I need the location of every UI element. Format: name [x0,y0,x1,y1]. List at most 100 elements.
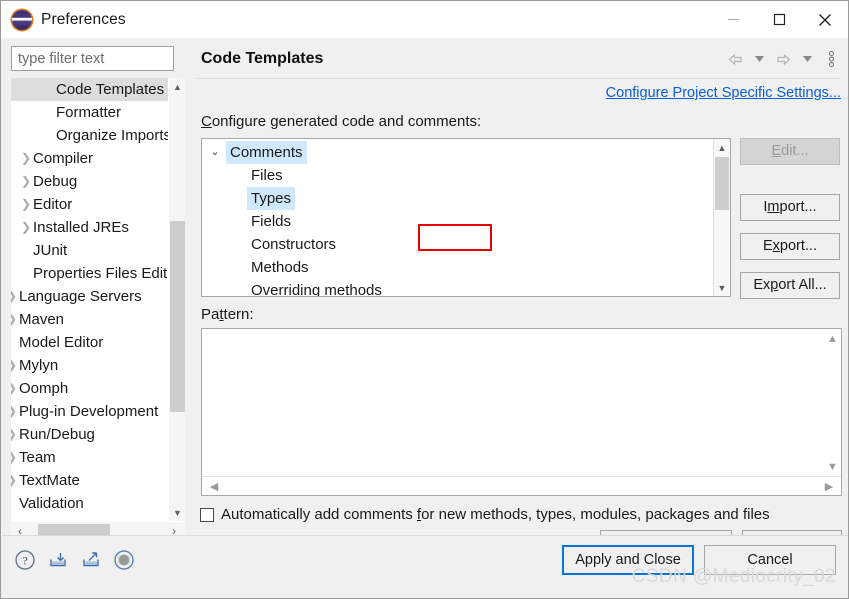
help-icon[interactable]: ? [14,549,36,576]
sidebar-item-label: Mylyn [19,354,58,377]
chevron-right-icon[interactable]: ❯ [11,446,23,469]
sidebar-item[interactable]: Model Editor [11,331,168,354]
configure-project-specific-settings-link[interactable]: Configure Project Specific Settings... [606,85,841,101]
auto-comment-pre: Automatically add comments [221,506,417,523]
chevron-down-icon[interactable]: ⌄ [208,141,222,164]
pattern-horizontal-scrollbar[interactable]: ◀ ▶ [202,476,841,495]
template-row[interactable]: Overriding methods [202,279,713,297]
template-row-label: Constructors [247,233,340,256]
sidebar-vertical-scrollbar[interactable]: ▲ ▼ [168,78,185,521]
template-row[interactable]: Methods [202,256,713,279]
apply-and-close-button[interactable]: Apply and Close [562,545,694,575]
sidebar-item[interactable]: Organize Imports [11,124,168,147]
sidebar-item[interactable]: Properties Files Editor [11,262,168,285]
chevron-right-icon[interactable]: ❯ [11,469,23,492]
sidebar-item[interactable]: ❯Compiler [11,147,168,170]
sidebar-item-label: Properties Files Editor [33,262,168,285]
sidebar-scroll-thumb[interactable] [170,221,185,412]
cancel-button[interactable]: Cancel [704,545,836,575]
eclipse-icon [12,10,32,30]
maximize-icon[interactable] [756,1,802,38]
auto-comment-post: or new methods, types, modules, packages… [421,506,770,523]
sidebar-item-label: Editor [33,193,72,216]
pattern-label: Pattern: [201,306,254,323]
sidebar-item[interactable]: ❯Language Servers [11,285,168,308]
sidebar-item-label: Compiler [33,147,93,170]
sidebar-item[interactable]: ❯Mylyn [11,354,168,377]
auto-comment-checkbox[interactable] [200,508,214,522]
pattern-scroll-down-icon[interactable]: ▼ [824,457,841,477]
chevron-right-icon[interactable]: ❯ [15,216,37,239]
pattern-textarea[interactable]: ▲ ▼ ◀ ▶ [201,328,842,496]
import-button[interactable]: Import... [740,194,840,221]
preferences-tree-viewport: Code TemplatesFormatterOrganize Imports❯… [11,78,168,521]
forward-dropdown-icon[interactable] [796,48,818,70]
pattern-vertical-scrollbar[interactable]: ▲ ▼ [824,329,841,477]
scroll-up-icon[interactable]: ▲ [169,78,185,95]
sidebar-item[interactable]: ❯Maven [11,308,168,331]
preferences-dialog: Preferences type filter text Code Templa… [0,0,849,599]
preferences-tree[interactable]: Code TemplatesFormatterOrganize Imports❯… [11,78,185,540]
list-scroll-thumb[interactable] [715,157,729,210]
template-action-buttons: Edit... Import... Export... Export All..… [740,138,842,311]
auto-comment-checkbox-row[interactable]: Automatically add comments for new metho… [200,506,770,523]
sidebar-item-label: Maven [19,308,64,331]
back-arrow-icon[interactable] [724,48,746,70]
sidebar-item[interactable]: Validation [11,492,168,515]
back-dropdown-icon[interactable] [748,48,770,70]
chevron-right-icon[interactable]: ❯ [11,377,23,400]
pattern-scroll-up-icon[interactable]: ▲ [824,329,841,349]
list-vertical-scrollbar[interactable]: ▲ ▼ [713,139,730,296]
svg-text:?: ? [22,554,27,568]
preferences-sidebar: type filter text Code TemplatesFormatter… [2,38,186,538]
sidebar-item[interactable]: Formatter [11,101,168,124]
pattern-scroll-left-icon[interactable]: ◀ [204,477,224,495]
export-button[interactable]: Export... [740,233,840,260]
dialog-footer: ? [2,535,848,597]
edit-button[interactable]: Edit... [740,138,840,165]
sidebar-item-label: Formatter [56,101,121,124]
close-icon[interactable] [802,1,848,38]
chevron-right-icon[interactable]: ❯ [11,423,23,446]
export-all-button[interactable]: Export All... [740,272,840,299]
pattern-scroll-right-icon[interactable]: ▶ [819,477,839,495]
template-row[interactable]: Fields [202,210,713,233]
minimize-icon[interactable] [710,1,756,38]
sidebar-item[interactable]: JUnit [11,239,168,262]
template-row[interactable]: Types [202,187,713,210]
forward-arrow-icon[interactable] [772,48,794,70]
chevron-right-icon[interactable]: ❯ [11,308,23,331]
list-scroll-up-icon[interactable]: ▲ [714,139,730,156]
export-preferences-icon[interactable] [80,549,102,576]
sidebar-item[interactable]: ❯TextMate [11,469,168,492]
page-nav-icons [724,48,842,70]
chevron-right-icon[interactable]: ❯ [11,400,23,423]
template-row[interactable]: Constructors [202,233,713,256]
chevron-right-icon[interactable]: ❯ [15,193,37,216]
filter-input[interactable]: type filter text [11,46,174,71]
sidebar-item[interactable]: ❯Installed JREs [11,216,168,239]
template-row[interactable]: ⌄Comments [202,141,713,164]
template-row[interactable]: Files [202,164,713,187]
sidebar-item[interactable]: ❯Oomph [11,377,168,400]
sidebar-item[interactable]: ❯Run/Debug [11,423,168,446]
sidebar-item-label: Model Editor [19,331,103,354]
chevron-right-icon[interactable]: ❯ [15,170,37,193]
list-scroll-down-icon[interactable]: ▼ [714,279,730,296]
chevron-right-icon[interactable]: ❯ [11,354,23,377]
sidebar-item[interactable]: ❯Team [11,446,168,469]
sidebar-item[interactable]: ❯Plug-in Development [11,400,168,423]
sidebar-item[interactable]: Code Templates [11,78,168,101]
record-icon[interactable] [113,549,135,576]
view-menu-icon[interactable] [820,48,842,70]
import-preferences-icon[interactable] [47,549,69,576]
chevron-right-icon[interactable]: ❯ [11,285,23,308]
scroll-down-icon[interactable]: ▼ [169,504,185,521]
code-templates-list[interactable]: ⌄CommentsFilesTypesFieldsConstructorsMet… [201,138,731,297]
sidebar-item[interactable]: ❯Editor [11,193,168,216]
sidebar-item-label: Language Servers [19,285,142,308]
pattern-label-pre: Pa [201,306,219,323]
sidebar-item[interactable]: ❯Debug [11,170,168,193]
chevron-right-icon[interactable]: ❯ [15,147,37,170]
sidebar-item-label: Debug [33,170,77,193]
